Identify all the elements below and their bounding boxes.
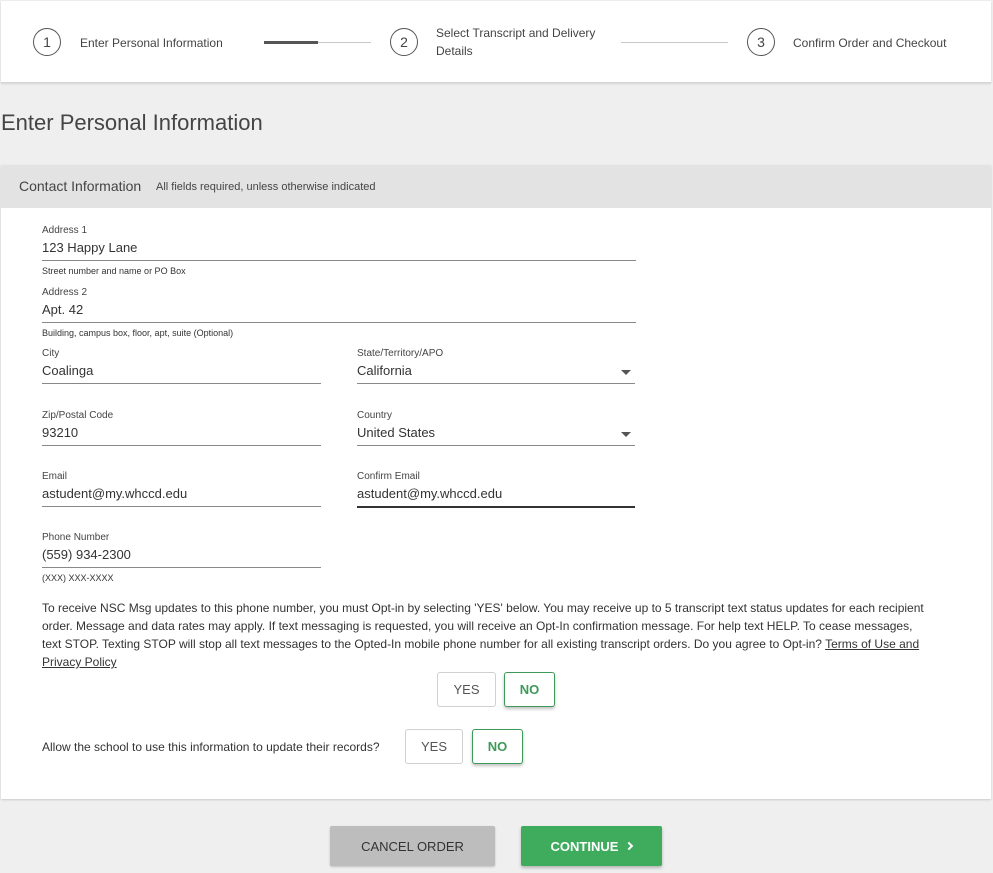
address1-field[interactable]: Address 1 123 Happy Lane Street number a… — [42, 225, 636, 276]
confirm-email-input[interactable]: astudent@my.whccd.edu — [357, 486, 502, 501]
step-3-label: Confirm Order and Checkout — [793, 36, 947, 50]
records-no-button[interactable]: NO — [472, 729, 523, 764]
update-records-question: Allow the school to use this information… — [42, 740, 380, 754]
address1-label: Address 1 — [42, 225, 88, 236]
country-label: Country — [357, 410, 393, 421]
step-1-label: Enter Personal Information — [80, 36, 223, 50]
address2-input[interactable]: Apt. 42 — [42, 302, 83, 317]
phone-hint: (XXX) XXX-XXXX — [42, 573, 114, 583]
continue-label: CONTINUE — [550, 838, 619, 854]
phone-input[interactable]: (559) 934-2300 — [42, 547, 131, 562]
zip-underline — [42, 445, 321, 446]
confirm-email-field[interactable]: Confirm Email astudent@my.whccd.edu — [357, 471, 635, 511]
chevron-right-icon — [625, 841, 634, 851]
step-2-number: 2 — [390, 28, 418, 56]
step-1-number: 1 — [33, 28, 61, 56]
page-title: Enter Personal Information — [1, 110, 263, 135]
country-dropdown-arrow-icon[interactable] — [621, 432, 631, 437]
city-field[interactable]: City Coalinga — [42, 348, 321, 388]
state-underline — [357, 383, 635, 384]
confirm-email-underline — [357, 506, 635, 508]
country-value[interactable]: United States — [357, 425, 435, 440]
email-field[interactable]: Email astudent@my.whccd.edu — [42, 471, 321, 511]
zip-input[interactable]: 93210 — [42, 425, 78, 440]
step-progress-fill — [264, 41, 318, 44]
optin-no-button[interactable]: NO — [504, 672, 555, 707]
confirm-email-label: Confirm Email — [357, 471, 420, 482]
step-3-number: 3 — [747, 28, 775, 56]
country-select[interactable]: Country United States — [357, 410, 635, 450]
step-2-label: Select Transcript and Delivery Details — [436, 24, 595, 60]
city-input[interactable]: Coalinga — [42, 363, 93, 378]
state-dropdown-arrow-icon[interactable] — [621, 370, 631, 375]
zip-label: Zip/Postal Code — [42, 410, 114, 421]
state-label: State/Territory/APO — [357, 348, 444, 359]
address2-hint: Building, campus box, floor, apt, suite … — [42, 328, 234, 338]
optin-yes-button[interactable]: YES — [437, 672, 496, 707]
country-underline — [357, 445, 635, 446]
contact-information-card: Contact Information All fields required,… — [1, 165, 991, 799]
sms-optin-text: To receive NSC Msg updates to this phone… — [42, 599, 932, 671]
step-2-label-line1: Select Transcript and Delivery — [436, 26, 596, 40]
card-header: Contact Information All fields required,… — [1, 165, 991, 208]
email-underline — [42, 506, 321, 507]
state-select[interactable]: State/Territory/APO California — [357, 348, 635, 388]
city-underline — [42, 383, 321, 384]
cancel-order-button[interactable]: CANCEL ORDER — [330, 826, 495, 866]
continue-button[interactable]: CONTINUE — [521, 826, 662, 866]
email-label: Email — [42, 471, 68, 482]
sms-optin-body: To receive NSC Msg updates to this phone… — [42, 601, 924, 651]
address2-label: Address 2 — [42, 287, 88, 298]
phone-field[interactable]: Phone Number (559) 934-2300 (XXX) XXX-XX… — [42, 532, 321, 583]
address2-field[interactable]: Address 2 Apt. 42 Building, campus box, … — [42, 287, 636, 338]
progress-stepper: 1 Enter Personal Information 2 Select Tr… — [1, 1, 991, 83]
required-note: All fields required, unless otherwise in… — [156, 181, 376, 193]
cancel-order-label: CANCEL ORDER — [361, 838, 464, 854]
records-yes-button[interactable]: YES — [405, 729, 463, 764]
address1-hint: Street number and name or PO Box — [42, 266, 186, 276]
phone-label: Phone Number — [42, 532, 110, 543]
state-value[interactable]: California — [357, 363, 412, 378]
address1-underline — [42, 260, 636, 261]
address1-input[interactable]: 123 Happy Lane — [42, 240, 137, 255]
phone-underline — [42, 567, 321, 568]
card-title: Contact Information — [19, 178, 142, 194]
city-label: City — [42, 348, 60, 359]
step-connector-2 — [621, 42, 728, 43]
address2-underline — [42, 322, 636, 323]
email-input[interactable]: astudent@my.whccd.edu — [42, 486, 187, 501]
zip-field[interactable]: Zip/Postal Code 93210 — [42, 410, 321, 450]
step-2-label-line2: Details — [436, 44, 473, 58]
